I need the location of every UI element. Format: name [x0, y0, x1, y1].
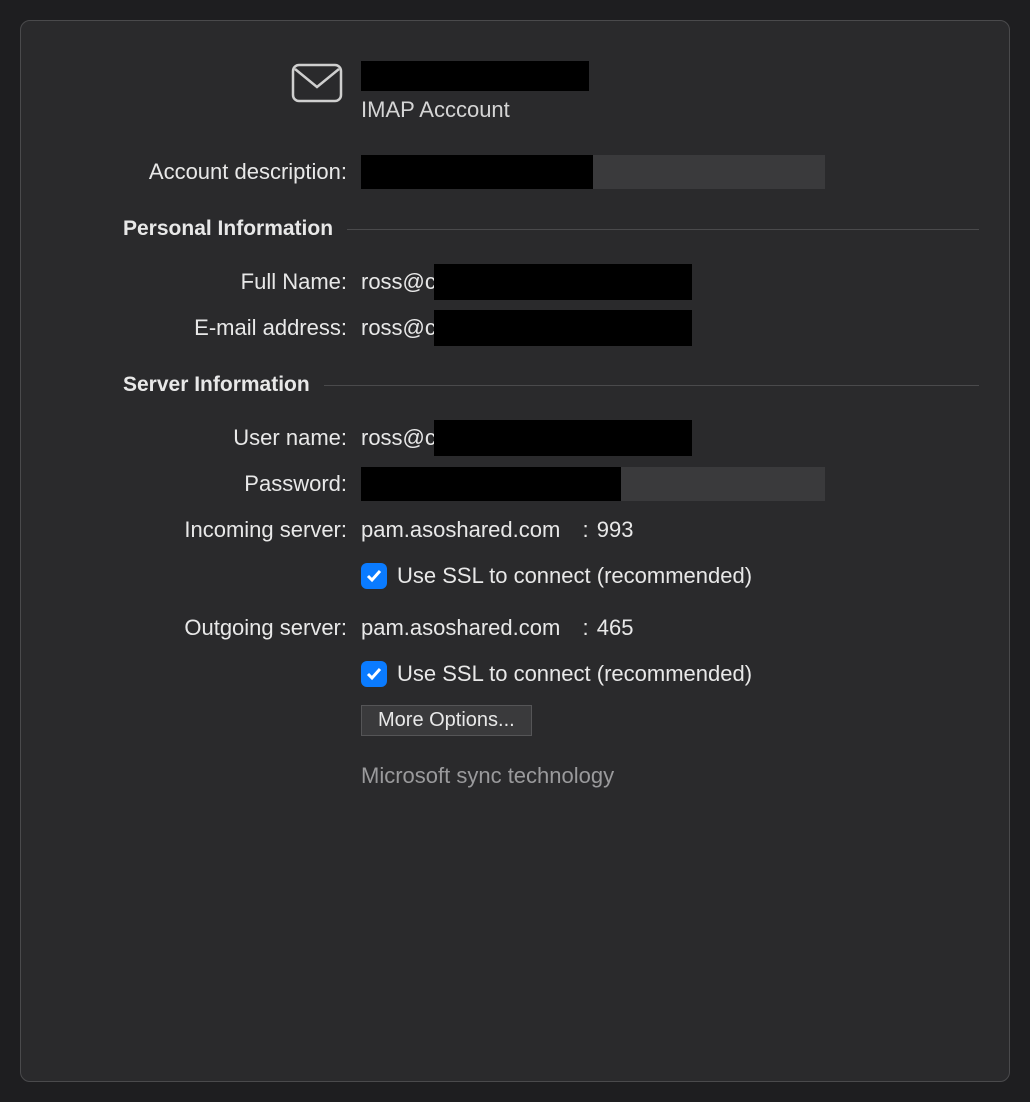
account-type-label: IMAP Acccount [361, 97, 589, 123]
account-name-redacted [361, 61, 589, 91]
account-header-text: IMAP Acccount [361, 61, 589, 123]
password-input[interactable] [361, 467, 825, 501]
outgoing-server-row: Outgoing server: pam.asoshared.com : 465 [51, 609, 979, 647]
account-description-row: Account description: [51, 153, 979, 191]
incoming-port-sep: : [570, 517, 594, 543]
outgoing-ssl-checkbox[interactable] [361, 661, 387, 687]
personal-info-heading: Personal Information [51, 217, 347, 241]
user-name-label: User name: [51, 425, 361, 451]
incoming-ssl-checkbox[interactable] [361, 563, 387, 589]
outgoing-port-sep: : [570, 615, 594, 641]
email-row: E-mail address: ross@c [51, 309, 979, 347]
outgoing-server-label: Outgoing server: [51, 615, 361, 641]
email-visible: ross@c [361, 315, 436, 341]
user-name-value: ross@c [361, 420, 692, 456]
incoming-server-row: Incoming server: pam.asoshared.com : 993 [51, 511, 979, 549]
incoming-port: 993 [597, 517, 634, 543]
envelope-icon [51, 61, 361, 103]
server-info-section: Server Information [51, 373, 979, 397]
incoming-ssl-label: Use SSL to connect (recommended) [397, 563, 752, 589]
incoming-server-label: Incoming server: [51, 517, 361, 543]
email-redacted [434, 310, 692, 346]
user-name-visible: ross@c [361, 425, 436, 451]
full-name-visible: ross@c [361, 269, 436, 295]
divider [324, 385, 979, 386]
full-name-row: Full Name: ross@c [51, 263, 979, 301]
password-row: Password: [51, 465, 979, 503]
more-options-button[interactable]: More Options... [361, 705, 532, 736]
outgoing-host: pam.asoshared.com [361, 615, 560, 641]
full-name-redacted [434, 264, 692, 300]
email-label: E-mail address: [51, 315, 361, 341]
full-name-value: ross@c [361, 264, 692, 300]
email-value: ross@c [361, 310, 692, 346]
more-options-row: More Options... [51, 701, 979, 739]
account-description-label: Account description: [51, 159, 361, 185]
user-name-row: User name: ross@c [51, 419, 979, 457]
sync-tech-row: Microsoft sync technology [51, 757, 979, 795]
sync-tech-label: Microsoft sync technology [361, 763, 614, 789]
server-info-heading: Server Information [51, 373, 324, 397]
account-description-input[interactable] [361, 155, 825, 189]
outgoing-ssl-label: Use SSL to connect (recommended) [397, 661, 752, 687]
personal-info-section: Personal Information [51, 217, 979, 241]
account-header: IMAP Acccount [51, 61, 979, 123]
incoming-host: pam.asoshared.com [361, 517, 560, 543]
outgoing-port: 465 [597, 615, 634, 641]
outgoing-ssl-row: Use SSL to connect (recommended) [51, 655, 979, 693]
password-label: Password: [51, 471, 361, 497]
divider [347, 229, 979, 230]
user-name-redacted [434, 420, 692, 456]
full-name-label: Full Name: [51, 269, 361, 295]
account-settings-panel: IMAP Acccount Account description: Perso… [20, 20, 1010, 1082]
incoming-ssl-row: Use SSL to connect (recommended) [51, 557, 979, 595]
